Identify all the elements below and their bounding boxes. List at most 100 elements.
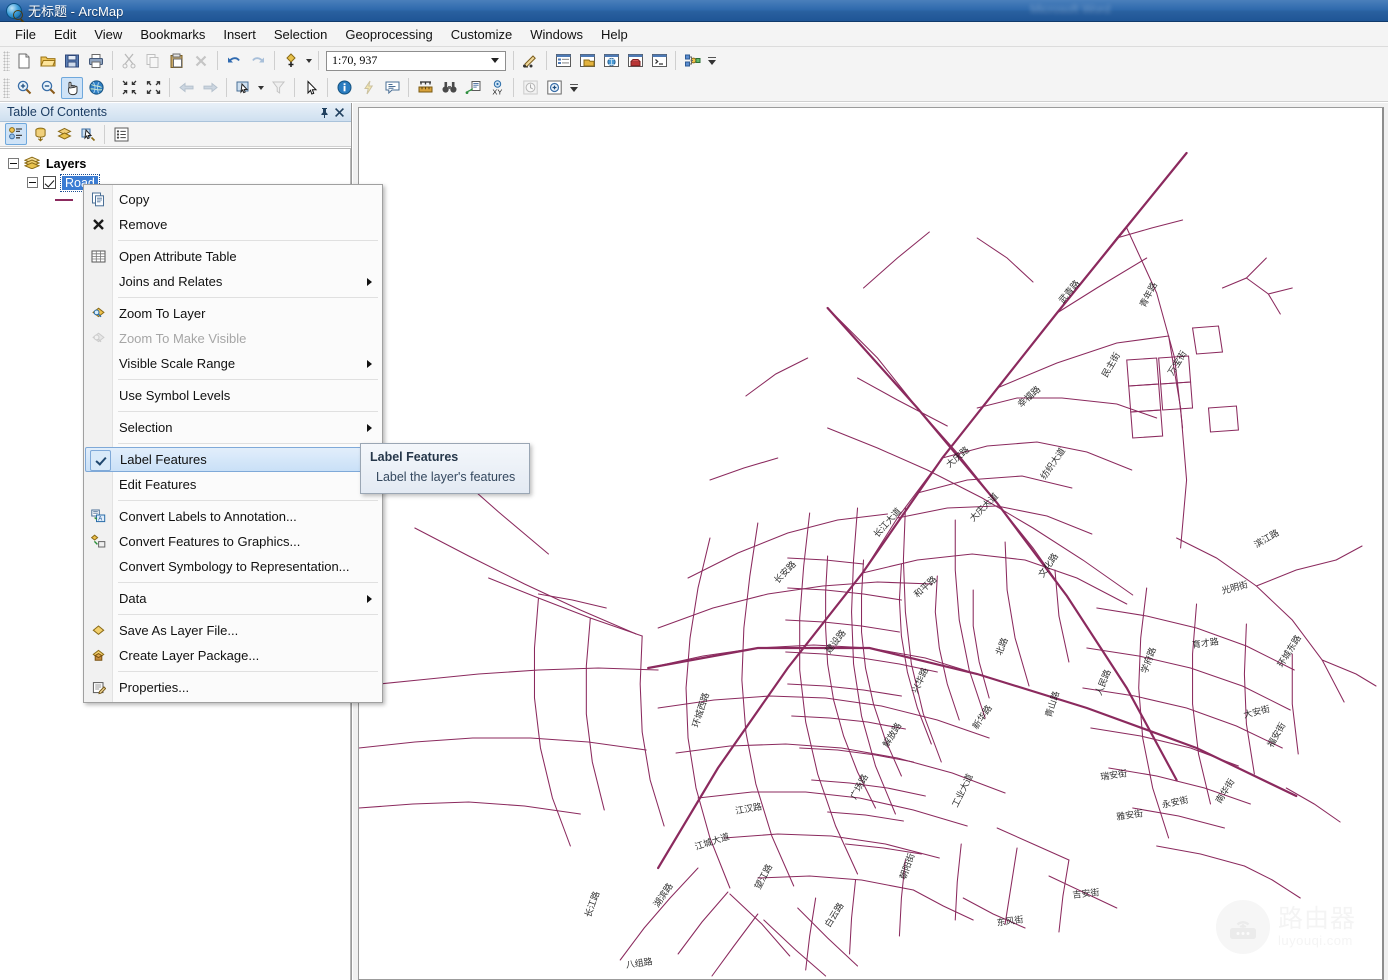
close-icon[interactable] <box>332 105 347 120</box>
ctx-selection[interactable]: Selection <box>84 415 382 440</box>
identify-icon[interactable] <box>333 77 355 99</box>
ctx-properties[interactable]: Properties... <box>84 675 382 700</box>
cut-icon[interactable] <box>118 50 140 72</box>
chevron-down-icon[interactable] <box>491 58 499 63</box>
create-viewer-window-icon[interactable] <box>543 77 565 99</box>
find-binoculars-icon[interactable] <box>438 77 460 99</box>
ctx-convert-labels-to-annotation[interactable]: A Convert Labels to Annotation... <box>84 504 382 529</box>
fixed-zoom-out-icon[interactable] <box>142 77 164 99</box>
open-map-icon[interactable] <box>37 50 59 72</box>
menu-separator <box>118 379 378 380</box>
collapse-toggle-icon[interactable] <box>27 177 38 188</box>
ctx-label-features[interactable]: Label Features <box>85 447 381 472</box>
watermark-en-text: luyouqi.com <box>1278 932 1353 948</box>
toc-root-layers-node[interactable]: Layers <box>0 154 350 173</box>
ctx-zoom-to-make-visible[interactable]: Zoom To Make Visible <box>84 326 382 351</box>
toc-options-icon[interactable] <box>110 123 132 145</box>
zoom-out-icon[interactable] <box>37 77 59 99</box>
toolbar-separator <box>546 51 547 70</box>
clear-selection-icon[interactable] <box>267 77 289 99</box>
menu-view[interactable]: View <box>85 24 131 45</box>
redo-icon[interactable] <box>247 50 269 72</box>
ctx-edit-features[interactable]: Edit Features <box>84 472 382 497</box>
submenu-arrow-icon <box>367 360 372 368</box>
menu-customize[interactable]: Customize <box>442 24 521 45</box>
paste-icon[interactable] <box>166 50 188 72</box>
ctx-convert-labels-label: Convert Labels to Annotation... <box>119 509 297 524</box>
zoom-to-layer-icon <box>89 304 108 323</box>
menu-file[interactable]: File <box>6 24 45 45</box>
ctx-joins-and-relates[interactable]: Joins and Relates <box>84 269 382 294</box>
new-map-icon[interactable] <box>13 50 35 72</box>
tooltip-body: Label the layer's features <box>376 470 516 484</box>
table-of-contents-icon[interactable] <box>552 50 574 72</box>
ctx-convert-symbology-to-representation[interactable]: Convert Symbology to Representation... <box>84 554 382 579</box>
ctx-copy[interactable]: Copy <box>84 187 382 212</box>
list-by-selection-icon[interactable] <box>77 123 99 145</box>
editor-toolbar-icon[interactable] <box>519 50 541 72</box>
copy-icon[interactable] <box>142 50 164 72</box>
zoom-visible-icon <box>89 329 108 348</box>
list-by-source-icon[interactable] <box>29 123 51 145</box>
add-data-dropdown-icon[interactable] <box>303 50 314 72</box>
undo-icon[interactable] <box>223 50 245 72</box>
measure-icon[interactable] <box>414 77 436 99</box>
list-by-drawing-order-icon[interactable] <box>5 123 27 145</box>
ctx-create-layer-package[interactable]: Create Layer Package... <box>84 643 382 668</box>
ctx-remove[interactable]: Remove <box>84 212 382 237</box>
save-map-icon[interactable] <box>61 50 83 72</box>
collapse-toggle-icon[interactable] <box>8 158 19 169</box>
ctx-zoom-to-layer[interactable]: Zoom To Layer <box>84 301 382 326</box>
toolbar-grip[interactable] <box>3 77 10 98</box>
menu-geoprocessing[interactable]: Geoprocessing <box>336 24 441 45</box>
select-features-icon[interactable] <box>232 77 254 99</box>
html-popup-icon[interactable] <box>381 77 403 99</box>
ctx-convert-features-label: Convert Features to Graphics... <box>119 534 301 549</box>
ctx-visible-scale-range[interactable]: Visible Scale Range <box>84 351 382 376</box>
toolbar-grip[interactable] <box>3 50 10 71</box>
menu-separator <box>118 500 378 501</box>
go-back-extent-icon[interactable] <box>175 77 197 99</box>
catalog-window-icon[interactable] <box>576 50 598 72</box>
model-builder-icon[interactable] <box>681 50 703 72</box>
pin-icon[interactable] <box>317 105 332 120</box>
go-to-xy-icon[interactable]: XY <box>486 77 508 99</box>
labels-to-annotation-icon: A <box>89 507 108 526</box>
menu-edit[interactable]: Edit <box>45 24 85 45</box>
map-data-frame[interactable]: 武青路 青年路 万宝街 民主街 幸福路 大庆路 长江大道 大庆大道 纺织大道 和… <box>358 107 1384 980</box>
fixed-zoom-in-icon[interactable] <box>118 77 140 99</box>
search-window-icon[interactable] <box>600 50 622 72</box>
hyperlink-icon[interactable] <box>357 77 379 99</box>
ctx-use-symbol-levels[interactable]: Use Symbol Levels <box>84 383 382 408</box>
menu-insert[interactable]: Insert <box>214 24 265 45</box>
select-elements-icon[interactable] <box>300 77 322 99</box>
toolbar-overflow-button[interactable] <box>568 76 580 100</box>
line-symbol-swatch[interactable] <box>55 199 73 201</box>
time-slider-icon[interactable] <box>519 77 541 99</box>
delete-icon[interactable] <box>190 50 212 72</box>
menu-help[interactable]: Help <box>592 24 637 45</box>
add-data-icon[interactable] <box>280 50 302 72</box>
full-extent-globe-icon[interactable] <box>85 77 107 99</box>
layer-visibility-checkbox[interactable] <box>43 176 56 189</box>
menu-bookmarks[interactable]: Bookmarks <box>131 24 214 45</box>
find-route-icon[interactable] <box>462 77 484 99</box>
list-by-visibility-icon[interactable] <box>53 123 75 145</box>
ctx-properties-label: Properties... <box>119 680 190 695</box>
menu-selection[interactable]: Selection <box>265 24 336 45</box>
go-next-extent-icon[interactable] <box>199 77 221 99</box>
arctoolbox-window-icon[interactable] <box>624 50 646 72</box>
zoom-in-icon[interactable] <box>13 77 35 99</box>
ctx-convert-features-to-graphics[interactable]: Convert Features to Graphics... <box>84 529 382 554</box>
python-window-icon[interactable] <box>648 50 670 72</box>
toolbar-overflow-button[interactable] <box>706 49 718 73</box>
select-features-dropdown-icon[interactable] <box>255 77 266 99</box>
ctx-save-as-layer-file[interactable]: Save As Layer File... <box>84 618 382 643</box>
menu-windows[interactable]: Windows <box>521 24 592 45</box>
ctx-data[interactable]: Data <box>84 586 382 611</box>
pan-icon[interactable] <box>61 76 83 99</box>
background-window-title: Microsoft Word <box>1030 2 1111 16</box>
print-map-icon[interactable] <box>85 50 107 72</box>
map-scale-combo[interactable]: 1:70, 937 <box>326 50 506 71</box>
ctx-open-attribute-table[interactable]: Open Attribute Table <box>84 244 382 269</box>
